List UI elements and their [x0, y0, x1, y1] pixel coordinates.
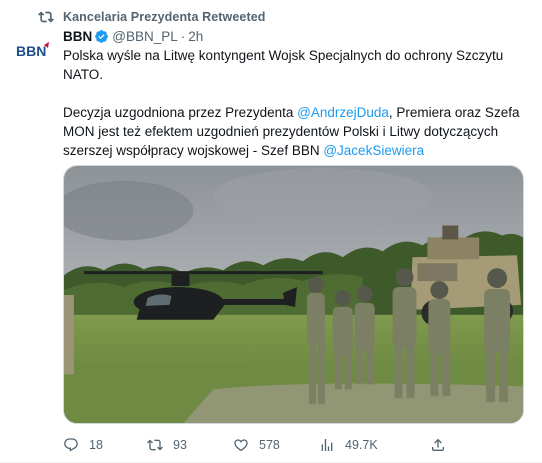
svg-text:BBN: BBN: [16, 43, 46, 59]
tweet-text-part-a: Decyzja uzgodniona przez Prezydenta: [63, 105, 298, 120]
tweet-text: Polska wyśle na Litwę kontyngent Wojsk S…: [63, 46, 525, 160]
verified-badge-icon[interactable]: [94, 29, 109, 44]
like-count: 578: [259, 438, 280, 452]
views-button[interactable]: 49.7K: [319, 437, 378, 453]
timestamp[interactable]: 2h: [188, 29, 203, 44]
tweet-actions: 18 93 578 49.7K: [63, 435, 525, 455]
tweet[interactable]: Kancelaria Prezydenta Retweeted BBN BBN …: [0, 0, 542, 463]
reply-count: 18: [89, 438, 103, 452]
heart-icon: [234, 439, 248, 452]
avatar[interactable]: BBN: [14, 32, 52, 70]
tweet-photo[interactable]: [63, 165, 524, 424]
retweet-label[interactable]: Kancelaria Prezydenta Retweeted: [63, 10, 266, 24]
handle[interactable]: @BBN_PL: [112, 29, 177, 44]
tweet-line-1: Polska wyśle na Litwę kontyngent Wojsk S…: [63, 48, 504, 82]
repost-icon: [147, 439, 163, 451]
share-button[interactable]: [430, 437, 456, 453]
share-icon: [432, 438, 444, 451]
bbn-logo: BBN: [16, 42, 49, 59]
views-chart-icon: [321, 439, 333, 451]
reply-icon: [64, 438, 78, 452]
tweet-header: BBN @BBN_PL · 2h: [63, 27, 525, 45]
like-button[interactable]: 578: [233, 437, 280, 453]
repost-button[interactable]: 93: [147, 437, 187, 453]
display-name[interactable]: BBN: [63, 29, 92, 44]
mention-andrzejduda[interactable]: @AndrzejDuda: [297, 105, 389, 120]
tweet-content: BBN @BBN_PL · 2h Polska wyśle na Litwę k…: [63, 27, 525, 160]
views-count: 49.7K: [345, 438, 378, 452]
reply-button[interactable]: 18: [63, 437, 103, 453]
mention-jaceksiewiera[interactable]: @JacekSiewiera: [323, 143, 424, 158]
photo-soldiers-helicopter: [64, 166, 523, 423]
repost-count: 93: [173, 438, 187, 452]
retweet-banner[interactable]: Kancelaria Prezydenta Retweeted: [38, 9, 266, 25]
tweet-paragraph-2: Decyzja uzgodniona przez Prezydenta @And…: [63, 103, 525, 160]
separator-dot: ·: [180, 28, 186, 44]
retweet-icon: [38, 11, 54, 23]
